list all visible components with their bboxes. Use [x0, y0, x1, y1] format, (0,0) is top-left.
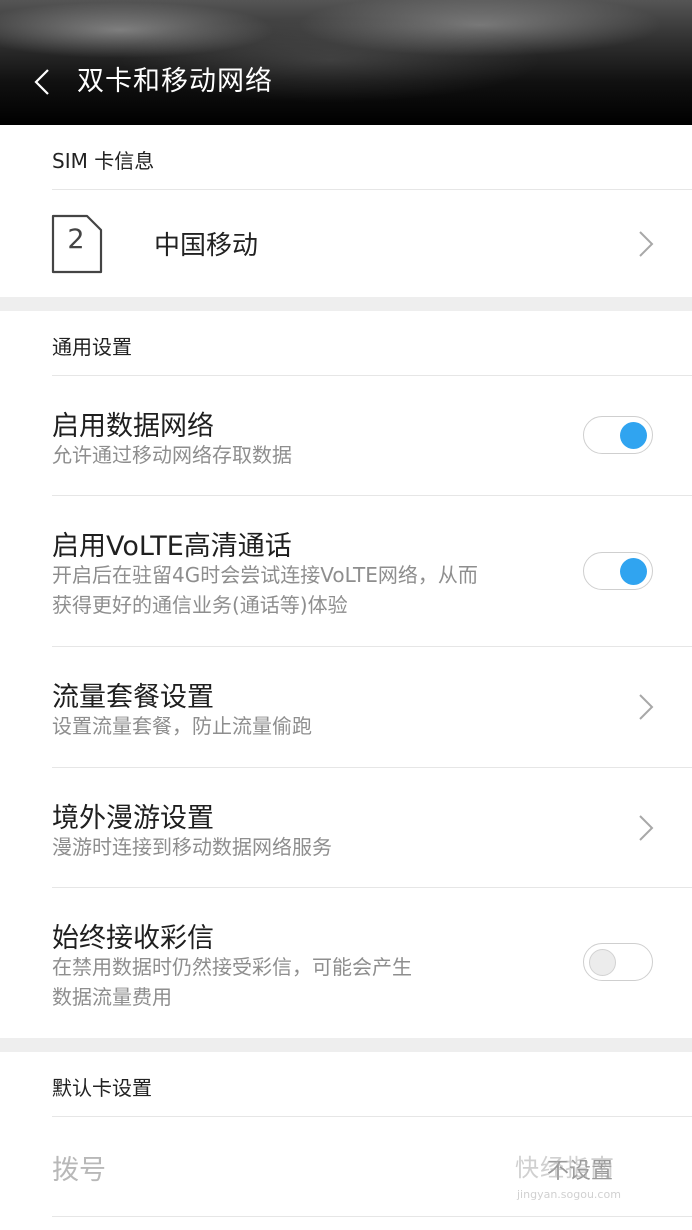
list-item-mms[interactable]: 始终接收彩信 在禁用数据时仍然接受彩信，可能会产生 数据流量费用 [0, 888, 692, 1038]
page-title: 双卡和移动网络 [77, 66, 273, 97]
volte-subtitle-line2: 获得更好的通信业务(通话等)体验 [52, 593, 348, 617]
sim-card-row[interactable]: 2 中国移动 [0, 190, 692, 296]
sim-slot-number: 2 [67, 224, 85, 255]
data-plan-subtitle: 设置流量套餐，防止流量偷跑 [52, 714, 312, 738]
general-section-title: 通用设置 [52, 335, 132, 359]
carrier-name: 中国移动 [154, 231, 259, 261]
volte-toggle[interactable] [583, 552, 653, 590]
header-bar: 双卡和移动网络 [0, 0, 692, 125]
default-card-section-title: 默认卡设置 [52, 1076, 152, 1100]
sim-section-title: SIM 卡信息 [52, 149, 155, 173]
status-bar [0, 8, 692, 30]
toggle-knob [589, 949, 616, 976]
roaming-subtitle: 漫游时连接到移动数据网络服务 [52, 835, 332, 859]
back-button[interactable] [22, 62, 62, 102]
mms-subtitle-line1: 在禁用数据时仍然接受彩信，可能会产生 [52, 955, 412, 979]
dial-label: 拨号 [52, 1155, 106, 1186]
chevron-right-icon [639, 231, 654, 257]
mms-toggle[interactable] [583, 943, 653, 981]
volte-subtitle-line1: 开启后在驻留4G时会尝试连接VoLTE网络，从而 [52, 563, 478, 587]
section-gap [0, 1038, 692, 1052]
toggle-knob [620, 422, 647, 449]
data-network-title: 启用数据网络 [52, 411, 214, 442]
mms-title: 始终接收彩信 [52, 923, 214, 954]
chevron-right-icon [639, 815, 654, 841]
data-plan-title: 流量套餐设置 [52, 682, 214, 713]
toggle-knob [620, 558, 647, 585]
roaming-title: 境外漫游设置 [52, 803, 214, 834]
list-item-volte[interactable]: 启用VoLTE高清通话 开启后在驻留4G时会尝试连接VoLTE网络，从而 获得更… [0, 496, 692, 646]
watermark-url: jingyan.sogou.com [517, 1188, 621, 1201]
divider [52, 1216, 692, 1217]
data-network-subtitle: 允许通过移动网络存取数据 [52, 443, 292, 467]
watermark-text: 快经指南 [515, 1154, 615, 1182]
list-item-data-plan[interactable]: 流量套餐设置 设置流量套餐，防止流量偷跑 [0, 647, 692, 767]
data-network-toggle[interactable] [583, 416, 653, 454]
section-gap [0, 297, 692, 311]
list-item-roaming[interactable]: 境外漫游设置 漫游时连接到移动数据网络服务 [0, 768, 692, 887]
back-arrow-icon [34, 69, 49, 95]
volte-title: 启用VoLTE高清通话 [52, 531, 292, 562]
chevron-right-icon [639, 694, 654, 720]
mms-subtitle-line2: 数据流量费用 [52, 985, 172, 1009]
sim-card-icon: 2 [51, 214, 103, 278]
list-item-data-network[interactable]: 启用数据网络 允许通过移动网络存取数据 [0, 376, 692, 495]
